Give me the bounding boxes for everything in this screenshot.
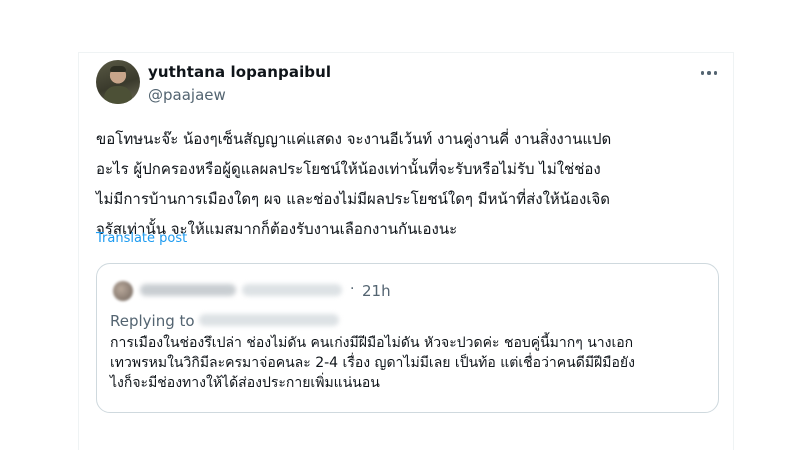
post-text-line: จรัสเท่านั้น จะให้แมสมากก็ต้องรับงานเลือ…: [96, 220, 458, 238]
avatar-torso: [104, 86, 132, 104]
post-text-line: อะไร ผู้ปกครองหรือผู้ดูแลผลประโยชน์ให้น้…: [96, 160, 601, 178]
post-text: ขอโทษนะจ๊ะ น้องๆเซ็นสัญญาแค่แสดง จะงานอี…: [96, 124, 726, 244]
author-handle[interactable]: @paajaew: [148, 86, 226, 104]
quoted-author-avatar[interactable]: [113, 281, 133, 301]
quoted-author-handle-redacted[interactable]: [242, 284, 342, 296]
quoted-timestamp[interactable]: 21h: [362, 282, 391, 300]
author-display-name[interactable]: yuthtana lopanpaibul: [148, 63, 331, 81]
quoted-separator: ·: [350, 281, 355, 297]
quoted-author-name-redacted[interactable]: [140, 284, 236, 296]
quoted-text-line: เทวพรหมในวิกิมีละครมาจ่อคนละ 2-4 เรื่อง …: [110, 355, 635, 371]
replying-to-label: Replying to: [110, 312, 195, 330]
quoted-text-line: ไงก็จะมีช่องทางให้ได้ส่องประกายเพิ่มแน่น…: [110, 375, 380, 391]
translate-post-link[interactable]: Translate post: [96, 231, 187, 246]
quoted-text-line: การเมืองในช่องรึเปล่า ช่องไม่ดัน คนเก่งม…: [110, 335, 634, 351]
replying-to-handle-redacted[interactable]: [199, 314, 339, 326]
more-options-icon[interactable]: [698, 64, 720, 82]
quoted-post-text: การเมืองในช่องรึเปล่า ช่องไม่ดัน คนเก่งม…: [110, 333, 710, 393]
avatar-cap: [110, 66, 126, 72]
post-text-line: ขอโทษนะจ๊ะ น้องๆเซ็นสัญญาแค่แสดง จะงานอี…: [96, 130, 612, 148]
post-text-line: ไม่มีการบ้านการเมืองใดๆ ผจ และช่องไม่มีผ…: [96, 190, 611, 208]
author-avatar[interactable]: [96, 60, 140, 104]
